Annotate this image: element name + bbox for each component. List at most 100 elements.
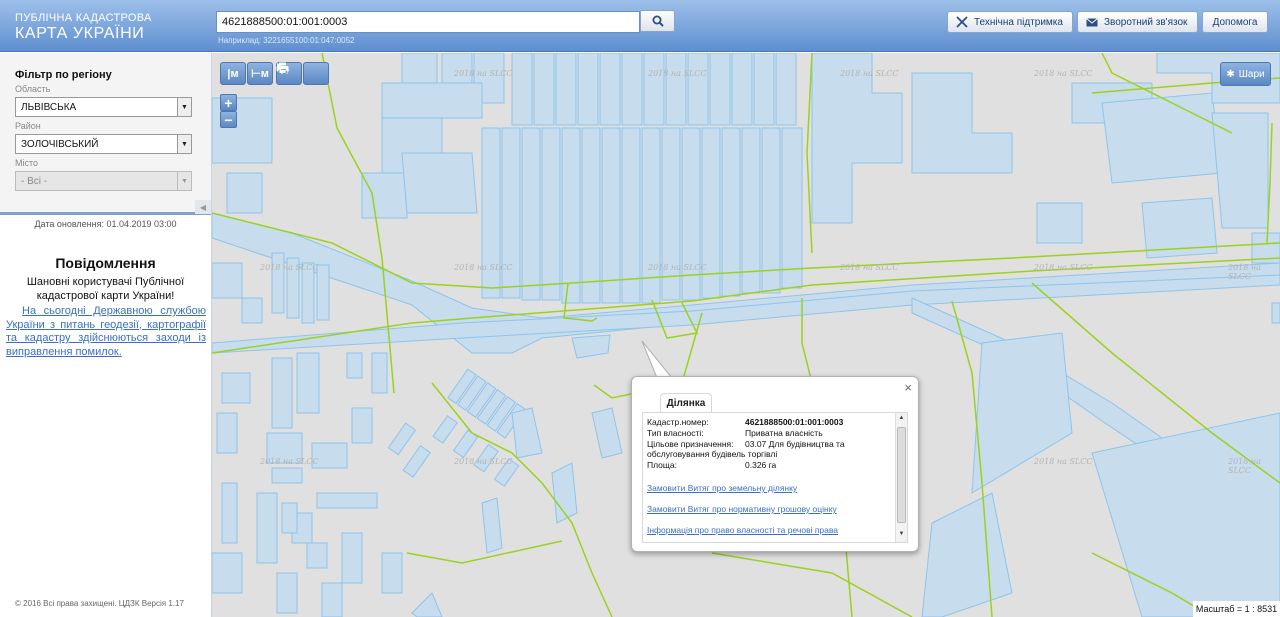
scroll-down-icon[interactable]: ▼: [896, 531, 907, 537]
action-toolbar: ?: [276, 62, 329, 85]
region-filter: Фільтр по регіону Область ЛЬВІВСЬКА ▼ Ра…: [0, 53, 211, 215]
order-extract-link[interactable]: Замовити Витяг про земельну ділянку: [647, 483, 797, 493]
watermark: 2018 на SLCC: [1034, 69, 1093, 78]
watermark: 2018 на SLCC: [648, 263, 707, 272]
popup-scrollbar[interactable]: ▲ ▼: [895, 413, 907, 542]
chevron-down-icon[interactable]: ▼: [177, 135, 191, 153]
boundary-line: [711, 552, 913, 617]
misto-select[interactable]: - Всі - ▼: [15, 171, 192, 191]
help-button[interactable]: Допомога: [1202, 11, 1268, 33]
parcel: [591, 407, 623, 459]
parcel-strips: [481, 127, 803, 304]
row-label: Тип власності:: [647, 428, 704, 438]
parcel: [971, 332, 1073, 494]
ownership-info-link[interactable]: Інформація про право власності та речові…: [647, 525, 838, 535]
parcel: [1036, 202, 1083, 244]
tab-parcel[interactable]: Ділянка: [660, 393, 712, 412]
row-value: Приватна власність: [745, 428, 823, 438]
parcel: [1271, 302, 1280, 324]
raion-label: Район: [15, 121, 41, 131]
parcel: [511, 407, 543, 459]
feedback-label: Зворотний зв'язок: [1104, 16, 1188, 28]
row-ownership-type: Тип власності: Приватна власність: [647, 428, 823, 438]
zoom-in-button[interactable]: +: [220, 94, 237, 111]
feedback-button[interactable]: Зворотний зв'язок: [1077, 11, 1198, 33]
parcel: [361, 172, 408, 219]
parcel-info-popup: × Ділянка Кадастр.номер: 4621888500:01:00…: [631, 376, 919, 552]
envelope-icon: [1086, 17, 1098, 26]
filter-title: Фільтр по регіону: [15, 69, 112, 81]
watermark: 2018 на SLCC: [1228, 263, 1261, 281]
chevron-down-icon[interactable]: ▼: [177, 98, 191, 116]
watermark: 2018 на SLCC: [1228, 457, 1261, 475]
popup-pointer: [641, 340, 674, 379]
measure-area-button[interactable]: ⊢м: [247, 62, 273, 85]
watermark: 2018 на SLCC: [840, 69, 899, 78]
copyright: © 2016 Всі права захищені. ЦДЗК Версія 1…: [15, 599, 184, 608]
tech-support-label: Технічна підтримка: [974, 16, 1063, 28]
watermark: 2018 на SLCC: [260, 457, 319, 466]
watermark: 2018 на SLCC: [454, 457, 513, 466]
watermark: 2018 на SLCC: [840, 263, 899, 272]
row-area: Площа: 0.326 га: [647, 460, 776, 470]
minus-icon: −: [224, 111, 233, 128]
parcel: [1101, 92, 1223, 184]
misto-value: - Всі -: [21, 176, 48, 187]
boundary-line: [406, 540, 563, 564]
parcel: [911, 72, 1013, 174]
search-button[interactable]: [640, 10, 675, 32]
collapse-sidebar-button[interactable]: ◀: [195, 200, 211, 214]
row-value: обслуговування будівель торгівлі: [647, 449, 778, 459]
map-canvas[interactable]: 2018 на SLCC 2018 на SLCC 2018 на SLCC 2…: [212, 53, 1280, 617]
selected-parcel: [571, 334, 611, 359]
measure-toolbar: |м ⊢м: [220, 62, 273, 85]
raion-value: ЗОЛОЧІВСЬКИЙ: [21, 139, 99, 150]
search-example: Наприклад: 3221655100:01:047:0052: [218, 36, 355, 45]
parcel: [811, 53, 903, 224]
oblast-value: ЛЬВІВСЬКА: [21, 102, 77, 113]
tools-icon: [956, 16, 968, 28]
layers-button[interactable]: ✱ Шари: [1220, 62, 1271, 86]
notices-greeting: Шановні користувачі Публічної кадастрово…: [26, 276, 185, 302]
oblast-select[interactable]: ЛЬВІВСЬКА ▼: [15, 97, 192, 117]
measure-line-button[interactable]: |м: [220, 62, 246, 85]
zoom-out-button[interactable]: −: [220, 111, 237, 128]
oblast-label: Область: [15, 84, 51, 94]
close-icon[interactable]: ×: [904, 380, 912, 395]
row-value: 03.07 Для будівництва та: [745, 439, 845, 449]
row-cadastral-number: Кадастр.номер: 4621888500:01:001:0003: [647, 417, 843, 427]
order-valuation-link[interactable]: Замовити Витяг про нормативну грошову оц…: [647, 504, 837, 514]
row-label: Площа:: [647, 460, 677, 470]
watermark: 2018 на SLCC: [648, 69, 707, 78]
cadastral-search-input[interactable]: 4621888500:01:001:0003: [216, 11, 640, 33]
parcel: [381, 82, 483, 119]
chevron-down-icon[interactable]: ▼: [177, 172, 191, 190]
ruler-line-icon: |м: [227, 67, 239, 80]
parcel: [401, 152, 478, 214]
watermark: 2018 на SLCC: [1034, 263, 1093, 272]
scroll-up-icon[interactable]: ▲: [896, 415, 907, 421]
row-value: 4621888500:01:001:0003: [745, 417, 844, 427]
notices-title: Повідомлення: [55, 255, 156, 271]
logo[interactable]: ПУБЛІЧНА КАДАСТРОВА КАРТА УКРАЇНИ: [15, 12, 152, 43]
parcel: [212, 552, 243, 594]
chevron-left-icon: ◀: [199, 202, 207, 212]
logo-line2: КАРТА УКРАЇНИ: [15, 25, 145, 42]
gear-icon: ✱: [1226, 68, 1235, 80]
parcel: [1211, 112, 1269, 229]
row-label: Кадастр.номер:: [647, 417, 709, 427]
info-tool-button[interactable]: ?: [277, 62, 329, 85]
parcel: [226, 172, 263, 214]
ruler-area-icon: ⊢м: [251, 68, 269, 80]
parcel: [411, 592, 443, 617]
layers-label: Шари: [1238, 68, 1265, 80]
raion-select[interactable]: ЗОЛОЧІВСЬКИЙ ▼: [15, 134, 192, 154]
scroll-thumb[interactable]: [897, 427, 906, 523]
notices-link[interactable]: На сьогодні Державною службою України з …: [6, 305, 206, 359]
tech-support-button[interactable]: Технічна підтримка: [947, 11, 1073, 33]
boundary-line: [806, 53, 813, 254]
parcel: [921, 492, 1013, 617]
row-value: 0.326 га: [745, 460, 777, 470]
parcel: [1091, 412, 1280, 617]
watermark: 2018 на SLCC: [260, 263, 319, 272]
